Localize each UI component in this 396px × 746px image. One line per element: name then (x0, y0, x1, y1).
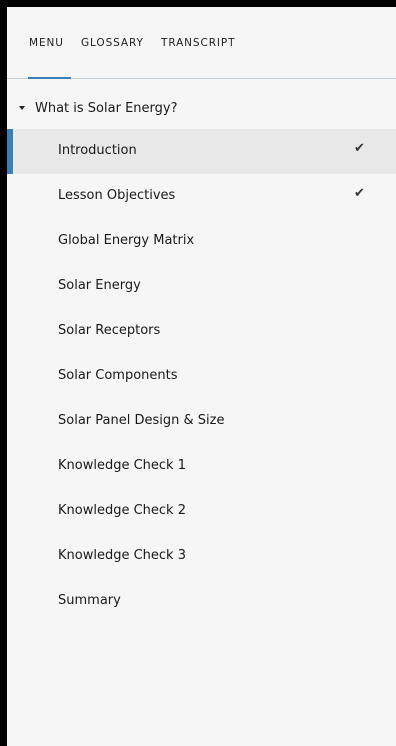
lesson-item-knowledge-check-2[interactable]: Knowledge Check 2 (7, 489, 396, 534)
lesson-item-solar-energy[interactable]: Solar Energy (7, 264, 396, 309)
window-frame: MENU GLOSSARY TRANSCRIPT What is Solar E… (0, 0, 396, 746)
lesson-item-label: Solar Components (58, 368, 178, 383)
lesson-item-label: Lesson Objectives (58, 188, 176, 203)
lesson-item-knowledge-check-1[interactable]: Knowledge Check 1 (7, 444, 396, 489)
tab-glossary[interactable]: GLOSSARY (81, 37, 144, 49)
lesson-item-label: Solar Panel Design & Size (58, 413, 225, 428)
lesson-item-knowledge-check-3[interactable]: Knowledge Check 3 (7, 534, 396, 579)
checkmark-icon: ✔ (354, 141, 365, 156)
lesson-item-label: Knowledge Check 1 (58, 458, 186, 473)
lesson-item-solar-receptors[interactable]: Solar Receptors (7, 309, 396, 354)
tab-menu[interactable]: MENU (29, 37, 64, 49)
lesson-item-label: Knowledge Check 2 (58, 503, 186, 518)
lesson-item-label: Knowledge Check 3 (58, 548, 186, 563)
lesson-item-solar-components[interactable]: Solar Components (7, 354, 396, 399)
active-tab-indicator (28, 77, 71, 79)
lesson-list: Introduction ✔ Lesson Objectives ✔ Globa… (7, 129, 396, 624)
lesson-item-solar-panel-design[interactable]: Solar Panel Design & Size (7, 399, 396, 444)
lesson-item-summary[interactable]: Summary (7, 579, 396, 624)
section-title: What is Solar Energy? (35, 101, 178, 116)
lesson-item-label: Introduction (58, 143, 137, 158)
tab-transcript[interactable]: TRANSCRIPT (161, 37, 235, 49)
lesson-item-lesson-objectives[interactable]: Lesson Objectives ✔ (7, 174, 396, 219)
course-menu-panel: MENU GLOSSARY TRANSCRIPT What is Solar E… (7, 7, 396, 746)
active-item-indicator (7, 129, 13, 174)
lesson-item-label: Solar Energy (58, 278, 141, 293)
lesson-item-introduction[interactable]: Introduction ✔ (7, 129, 396, 174)
lesson-item-label: Solar Receptors (58, 323, 161, 338)
caret-down-icon[interactable] (19, 106, 25, 110)
lesson-item-global-energy-matrix[interactable]: Global Energy Matrix (7, 219, 396, 264)
section-header[interactable]: What is Solar Energy? (7, 97, 396, 125)
lesson-item-label: Global Energy Matrix (58, 233, 195, 248)
checkmark-icon: ✔ (354, 186, 365, 201)
lesson-item-label: Summary (58, 593, 121, 608)
tab-bar: MENU GLOSSARY TRANSCRIPT (7, 7, 396, 79)
